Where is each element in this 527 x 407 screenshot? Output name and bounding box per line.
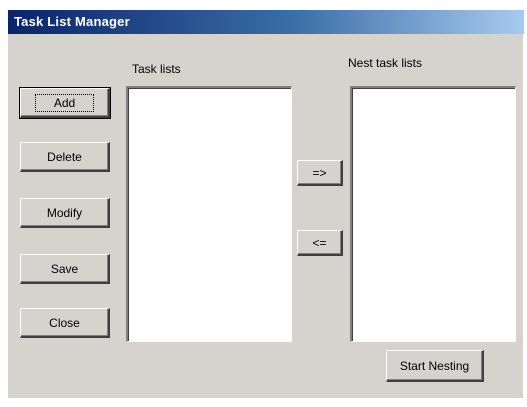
close-button-label: Close — [49, 315, 80, 330]
delete-button[interactable]: Delete — [20, 142, 110, 172]
move-left-label: <= — [312, 235, 327, 250]
move-right-label: => — [312, 165, 327, 180]
add-button[interactable]: Add — [19, 87, 111, 119]
delete-button-label: Delete — [47, 149, 82, 164]
move-right-button[interactable]: => — [297, 160, 343, 186]
nest-task-lists-listbox[interactable] — [350, 86, 516, 342]
add-button-label: Add — [34, 93, 95, 112]
modify-button[interactable]: Modify — [20, 198, 110, 228]
save-button-label: Save — [50, 261, 79, 276]
move-left-button[interactable]: <= — [297, 230, 343, 256]
start-nesting-label: Start Nesting — [399, 358, 470, 373]
modify-button-label: Modify — [46, 205, 83, 220]
task-list-manager-window: Task List Manager Add Delete Modify Save… — [8, 10, 524, 398]
save-button[interactable]: Save — [20, 254, 110, 284]
nest-task-lists-label: Nest task lists — [348, 56, 423, 70]
close-button[interactable]: Close — [20, 308, 110, 338]
task-lists-listbox[interactable] — [126, 86, 292, 342]
start-nesting-button[interactable]: Start Nesting — [386, 350, 484, 382]
task-lists-label: Task lists — [132, 62, 181, 76]
window-title: Task List Manager — [14, 14, 130, 29]
title-bar[interactable]: Task List Manager — [8, 10, 524, 34]
